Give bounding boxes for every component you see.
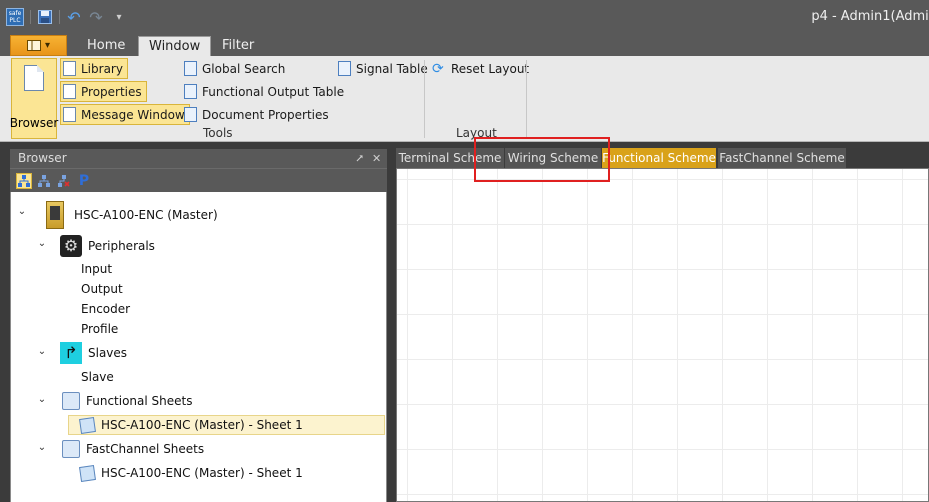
app-logo: safe PLC: [6, 8, 24, 26]
group-separator: [526, 60, 527, 138]
tab-filter[interactable]: Filter: [222, 36, 254, 56]
tree-item-label: Peripherals: [88, 239, 155, 253]
sheets-icon: [62, 440, 80, 458]
tree-item-label: Output: [81, 282, 123, 296]
scheme-canvas[interactable]: [396, 168, 929, 502]
tree-item-slaves[interactable]: ↱ Slaves: [60, 342, 127, 364]
ribbon-tabs: ▾ Home Window Filter: [0, 34, 929, 56]
document-icon: [63, 84, 76, 99]
tree-item-label: Profile: [81, 322, 119, 336]
tree-item-label: HSC-A100-ENC (Master) - Sheet 1: [101, 418, 303, 432]
close-icon[interactable]: ✕: [372, 149, 381, 168]
sheet-icon: [79, 464, 96, 482]
tree-item-encoder[interactable]: Encoder: [81, 299, 130, 319]
expand-chevron-icon[interactable]: ⌄: [37, 346, 47, 357]
sheets-icon: [62, 392, 80, 410]
tree-item-label: Slaves: [88, 346, 128, 360]
quick-access-separator: [59, 10, 60, 24]
document-icon: [24, 65, 44, 91]
document-icon: [63, 107, 76, 122]
document-icon: [184, 107, 197, 122]
application-menu-button[interactable]: ▾: [10, 35, 67, 56]
document-icon: [338, 61, 351, 76]
document-icon: [184, 84, 197, 99]
tree-item-profile[interactable]: Profile: [81, 319, 118, 339]
chevron-down-icon: ▾: [44, 40, 51, 51]
tree-item-input[interactable]: Input: [81, 259, 112, 279]
tab-window[interactable]: Window: [138, 36, 212, 56]
properties-label: Properties: [81, 84, 142, 99]
global-search-label: Global Search: [202, 61, 286, 76]
tab-wiring-scheme[interactable]: Wiring Scheme: [505, 148, 601, 168]
message-window-button[interactable]: Message Window: [60, 104, 190, 125]
tree-item-output[interactable]: Output: [81, 279, 123, 299]
expand-chevron-icon[interactable]: ⌄: [17, 206, 27, 217]
group-separator: [424, 60, 425, 138]
message-window-label: Message Window: [81, 107, 185, 122]
tab-terminal-scheme[interactable]: Terminal Scheme: [396, 148, 504, 168]
library-button[interactable]: Library: [60, 58, 128, 79]
sheet-icon: [79, 416, 96, 434]
global-search-button[interactable]: Global Search: [182, 58, 289, 79]
refresh-icon: ⟳: [432, 60, 444, 77]
reset-layout-label: Reset Layout: [451, 61, 530, 76]
reset-layout-button[interactable]: ⟳ Reset Layout: [430, 58, 533, 79]
gear-icon: ⚙: [60, 235, 82, 257]
add-node-icon[interactable]: [36, 173, 52, 189]
tab-home[interactable]: Home: [87, 36, 125, 56]
tree-item-root[interactable]: HSC-A100-ENC (Master): [46, 200, 218, 230]
tree-item-peripherals[interactable]: ⚙ Peripherals: [60, 235, 155, 257]
tree-item-label: HSC-A100-ENC (Master): [74, 208, 218, 222]
properties-button[interactable]: Properties: [60, 81, 147, 102]
slave-connection-icon: ↱: [60, 342, 82, 364]
browser-toolbar: P: [10, 168, 387, 192]
functional-output-table-button[interactable]: Functional Output Table: [182, 81, 348, 102]
library-label: Library: [81, 61, 123, 76]
tree-item-slave[interactable]: Slave: [81, 367, 114, 387]
quick-access-separator: [30, 10, 31, 24]
layout-group-label: Layout: [456, 126, 497, 140]
customize-quick-access-icon[interactable]: ▾: [112, 8, 126, 26]
tree-item-fastchannel-sheet-1[interactable]: HSC-A100-ENC (Master) - Sheet 1: [79, 463, 303, 483]
tree-item-label: Slave: [81, 370, 114, 384]
expand-chevron-icon[interactable]: ⌄: [37, 442, 47, 453]
document-tabs: Terminal Scheme Wiring Scheme Functional…: [396, 148, 929, 168]
tab-fastchannel-scheme[interactable]: FastChannel Scheme: [718, 148, 846, 168]
tree-item-label: Encoder: [81, 302, 131, 316]
application-menu-icon: [26, 40, 41, 51]
signal-table-button[interactable]: Signal Table: [336, 58, 432, 79]
browser-pane-header: Browser ⭧ ✕: [10, 149, 387, 168]
document-icon: [184, 61, 197, 76]
title-bar: safe PLC ↶ ↷ ▾ p4 - Admin1(Admin: [0, 0, 929, 34]
document-properties-button[interactable]: Document Properties: [182, 104, 333, 125]
expand-chevron-icon[interactable]: ⌄: [37, 238, 47, 249]
device-icon: [46, 201, 64, 229]
browser-pane-title: Browser: [18, 151, 67, 165]
document-icon: [63, 61, 76, 76]
window-title: p4 - Admin1(Admin: [811, 9, 929, 24]
browser-button-label: Browser: [9, 116, 59, 130]
tree-item-fastchannel-sheets[interactable]: FastChannel Sheets: [62, 439, 204, 459]
remove-node-icon[interactable]: [56, 173, 72, 189]
properties-p-icon[interactable]: P: [76, 173, 92, 189]
save-icon[interactable]: [37, 8, 53, 26]
redo-icon[interactable]: ↷: [88, 8, 104, 27]
undo-icon[interactable]: ↶: [66, 8, 82, 27]
hierarchy-view-icon[interactable]: [16, 172, 32, 189]
ribbon-panel: Browser Library Properties Message Windo…: [0, 56, 929, 142]
tree-item-label: HSC-A100-ENC (Master) - Sheet 1: [101, 466, 303, 480]
tools-group-label: Tools: [203, 126, 233, 140]
expand-chevron-icon[interactable]: ⌄: [37, 394, 47, 405]
tree-item-functional-sheet-1[interactable]: HSC-A100-ENC (Master) - Sheet 1: [79, 415, 303, 435]
tree-item-label: Functional Sheets: [86, 394, 193, 408]
signal-table-label: Signal Table: [356, 61, 428, 76]
tree-item-label: FastChannel Sheets: [86, 442, 205, 456]
browser-toggle-button[interactable]: Browser: [9, 58, 59, 139]
tree-item-label: Input: [81, 262, 113, 276]
tab-functional-scheme[interactable]: Functional Scheme: [602, 148, 716, 168]
tree-item-functional-sheets[interactable]: Functional Sheets: [62, 391, 193, 411]
pin-icon[interactable]: ⭧: [356, 149, 363, 168]
document-properties-label: Document Properties: [202, 107, 329, 122]
functional-output-table-label: Functional Output Table: [202, 84, 345, 99]
